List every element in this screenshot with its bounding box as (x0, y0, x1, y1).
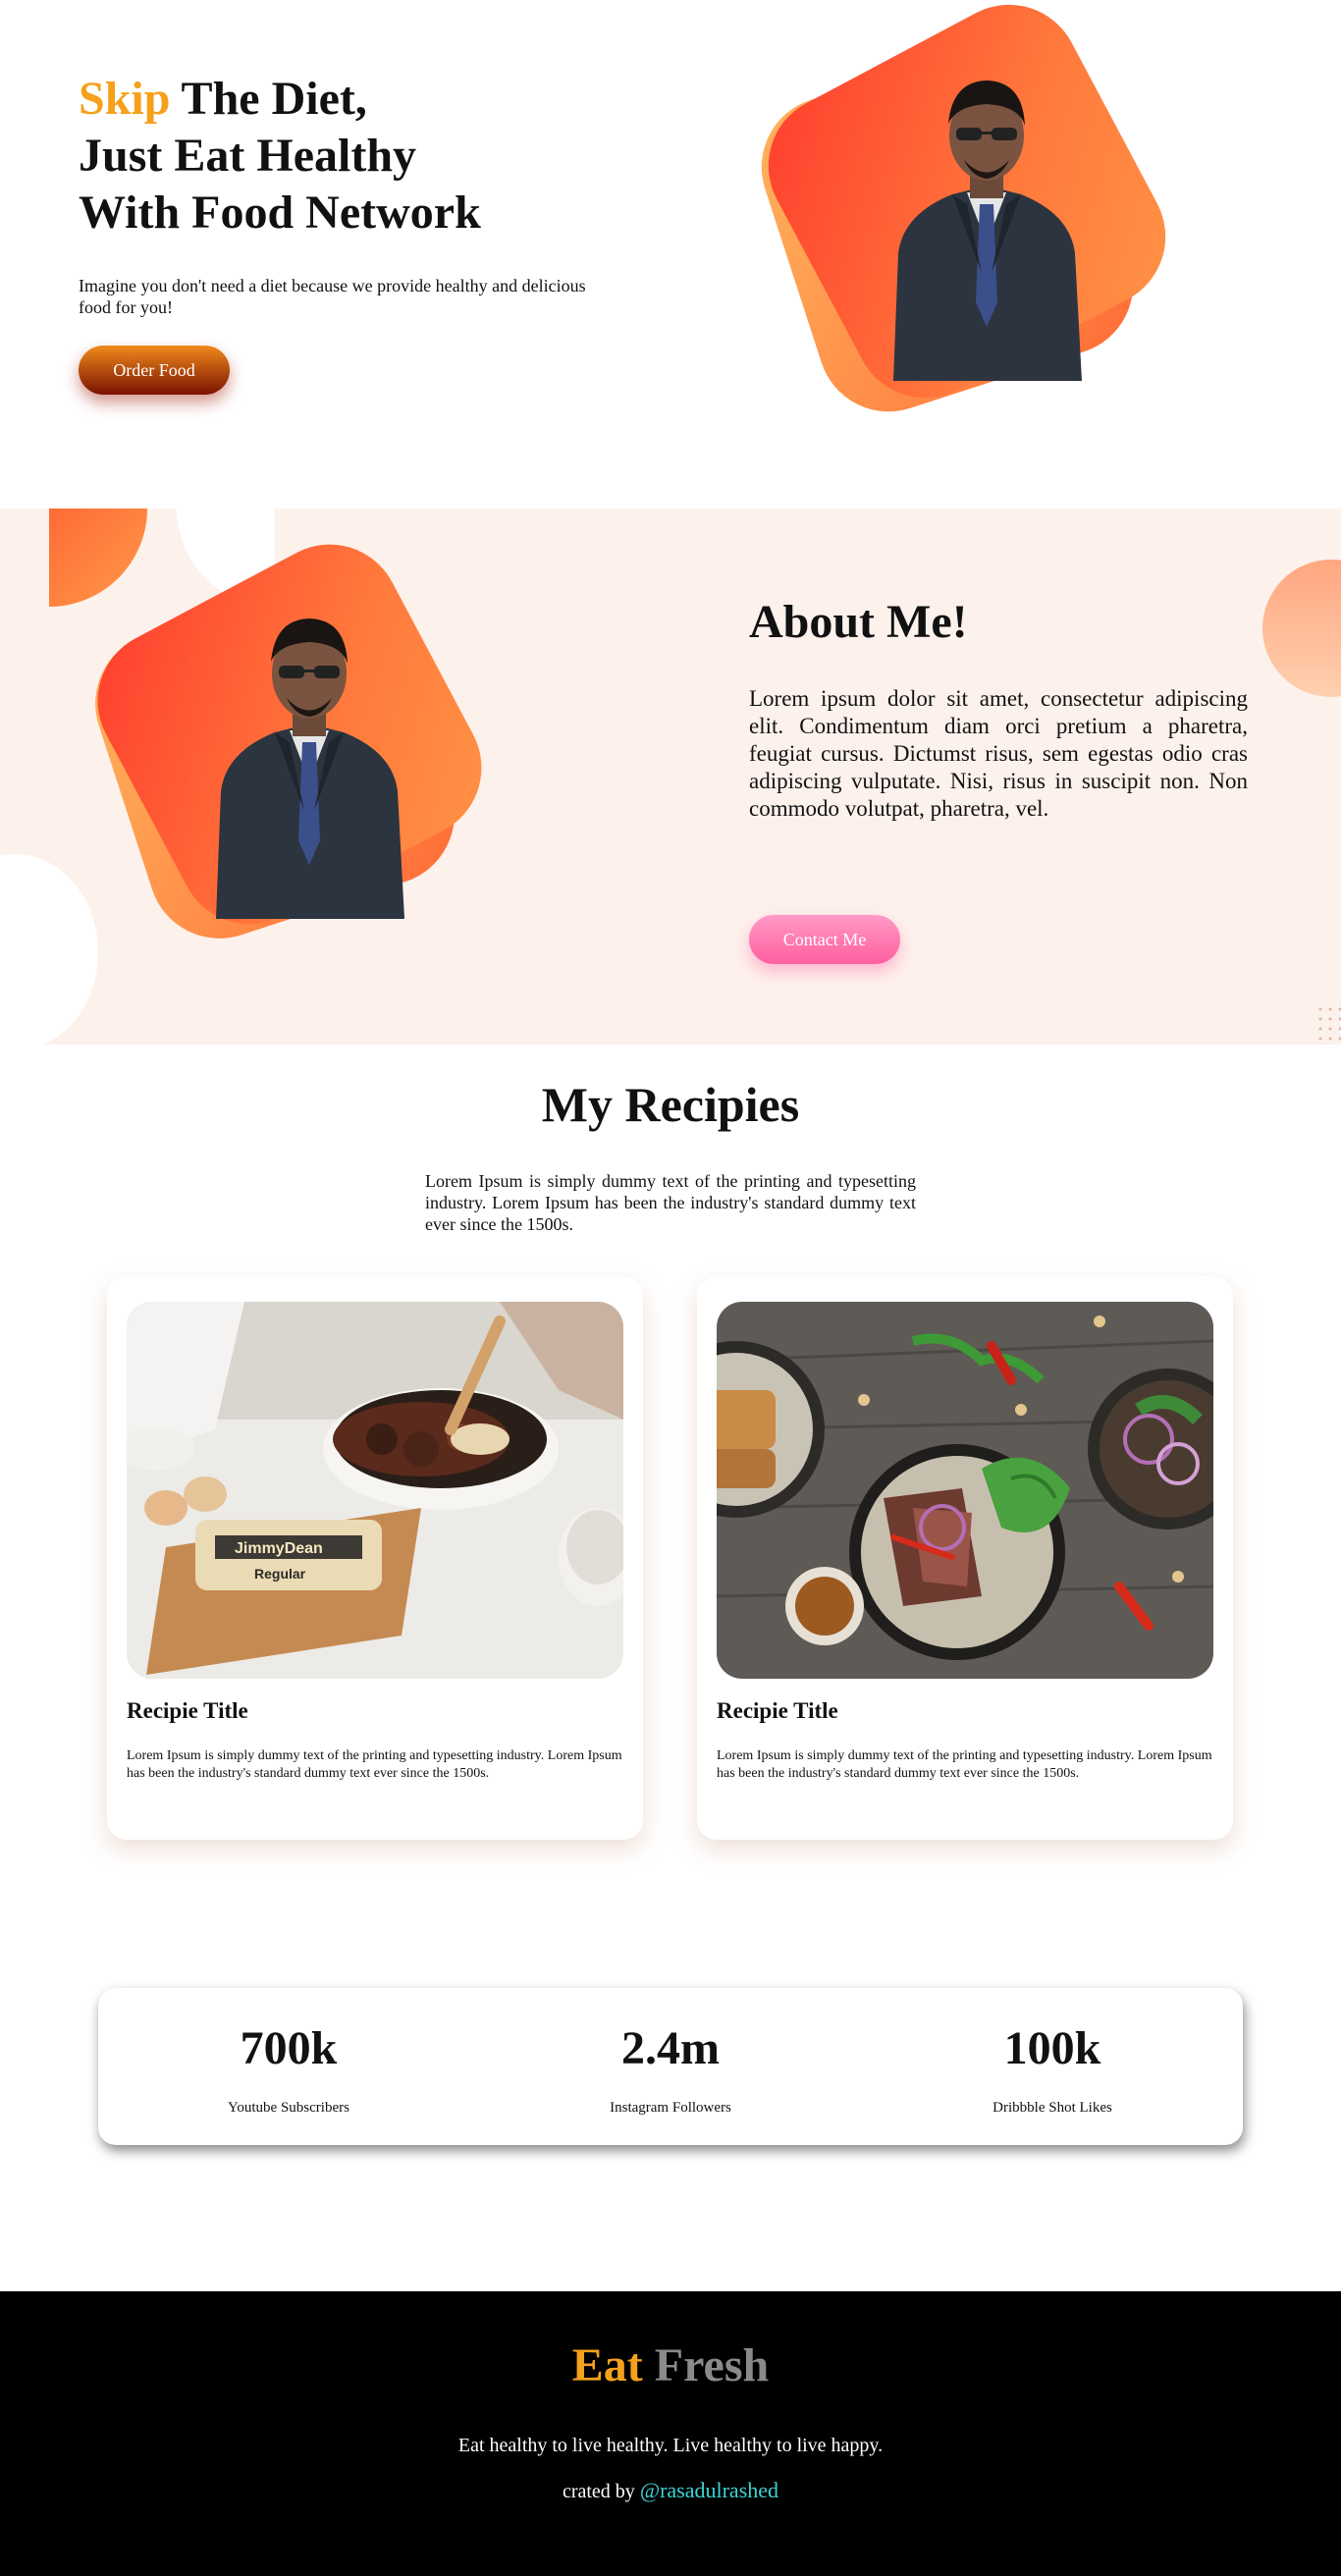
decor-dot-grid (1315, 1004, 1341, 1044)
hero-title-accent: Skip (79, 73, 171, 125)
footer-brand-word1: Eat (571, 2339, 643, 2391)
recipe-card-text: Lorem Ipsum is simply dummy text of the … (127, 1748, 622, 1781)
footer-credit: crated by @rasadulrashed (0, 2478, 1341, 2503)
food-photo-steak-salad-icon (717, 1302, 1213, 1679)
order-food-button[interactable]: Order Food (79, 346, 230, 395)
hero-subtitle: Imagine you don't need a diet because we… (79, 276, 586, 317)
contact-me-button[interactable]: Contact Me (749, 915, 900, 964)
hero-title-line3: With Food Network (79, 187, 481, 239)
svg-text:Regular: Regular (254, 1566, 306, 1582)
about-title: About Me! (749, 596, 968, 648)
svg-text:JimmyDean: JimmyDean (235, 1540, 323, 1557)
recipe-card[interactable]: Recipie Title Lorem Ipsum is simply dumm… (697, 1276, 1233, 1840)
hero-title-line1: The Diet, (170, 73, 367, 125)
stat-label: Dribbble Shot Likes (992, 2100, 1112, 2116)
recipe-card-title: Recipie Title (717, 1698, 838, 1723)
recipe-card-text: Lorem Ipsum is simply dummy text of the … (717, 1748, 1212, 1781)
footer-brand-word2: Fresh (654, 2339, 770, 2391)
decor-circle-white (0, 854, 98, 1045)
stat-youtube: 700k Youtube Subscribers (98, 1988, 479, 2145)
stat-label: Instagram Followers (610, 2100, 731, 2116)
hero-portrait (743, 0, 1191, 432)
author-link[interactable]: @rasadulrashed (640, 2478, 778, 2502)
recipes-title: My Recipies (541, 1077, 800, 1132)
stat-value: 700k (240, 2022, 338, 2074)
hero-section: Skip The Diet, Just Eat Healthy With Foo… (0, 0, 1341, 509)
hero-title: Skip The Diet, Just Eat Healthy With Foo… (79, 71, 481, 242)
recipe-card-title: Recipie Title (127, 1698, 248, 1723)
footer: Eat Fresh Eat healthy to live healthy. L… (0, 2291, 1341, 2576)
footer-credit-prefix: crated by (562, 2481, 640, 2502)
about-text: Lorem ipsum dolor sit amet, consectetur … (749, 686, 1248, 821)
recipes-intro: Lorem Ipsum is simply dummy text of the … (425, 1171, 916, 1234)
stat-dribbble: 100k Dribbble Shot Likes (862, 1988, 1243, 2145)
food-photo-breakfast-icon: JimmyDean Regular (127, 1302, 623, 1679)
recipe-card[interactable]: JimmyDean Regular Recipie Title Lorem Ip… (107, 1276, 643, 1840)
about-portrait (73, 519, 520, 960)
person-photo-icon (216, 618, 404, 919)
person-photo-icon (893, 80, 1082, 381)
decor-circle-peach (1262, 560, 1341, 697)
stat-value: 2.4m (621, 2022, 720, 2074)
hero-title-line2: Just Eat Healthy (79, 130, 417, 182)
stat-label: Youtube Subscribers (228, 2100, 349, 2116)
about-section: About Me! Lorem ipsum dolor sit amet, co… (0, 509, 1341, 1045)
stat-instagram: 2.4m Instagram Followers (480, 1988, 861, 2145)
footer-brand: Eat Fresh (0, 2338, 1341, 2392)
stats-panel: 700k Youtube Subscribers 2.4m Instagram … (98, 1988, 1243, 2145)
stat-value: 100k (1003, 2022, 1101, 2074)
footer-tagline: Eat healthy to live healthy. Live health… (457, 2435, 884, 2456)
